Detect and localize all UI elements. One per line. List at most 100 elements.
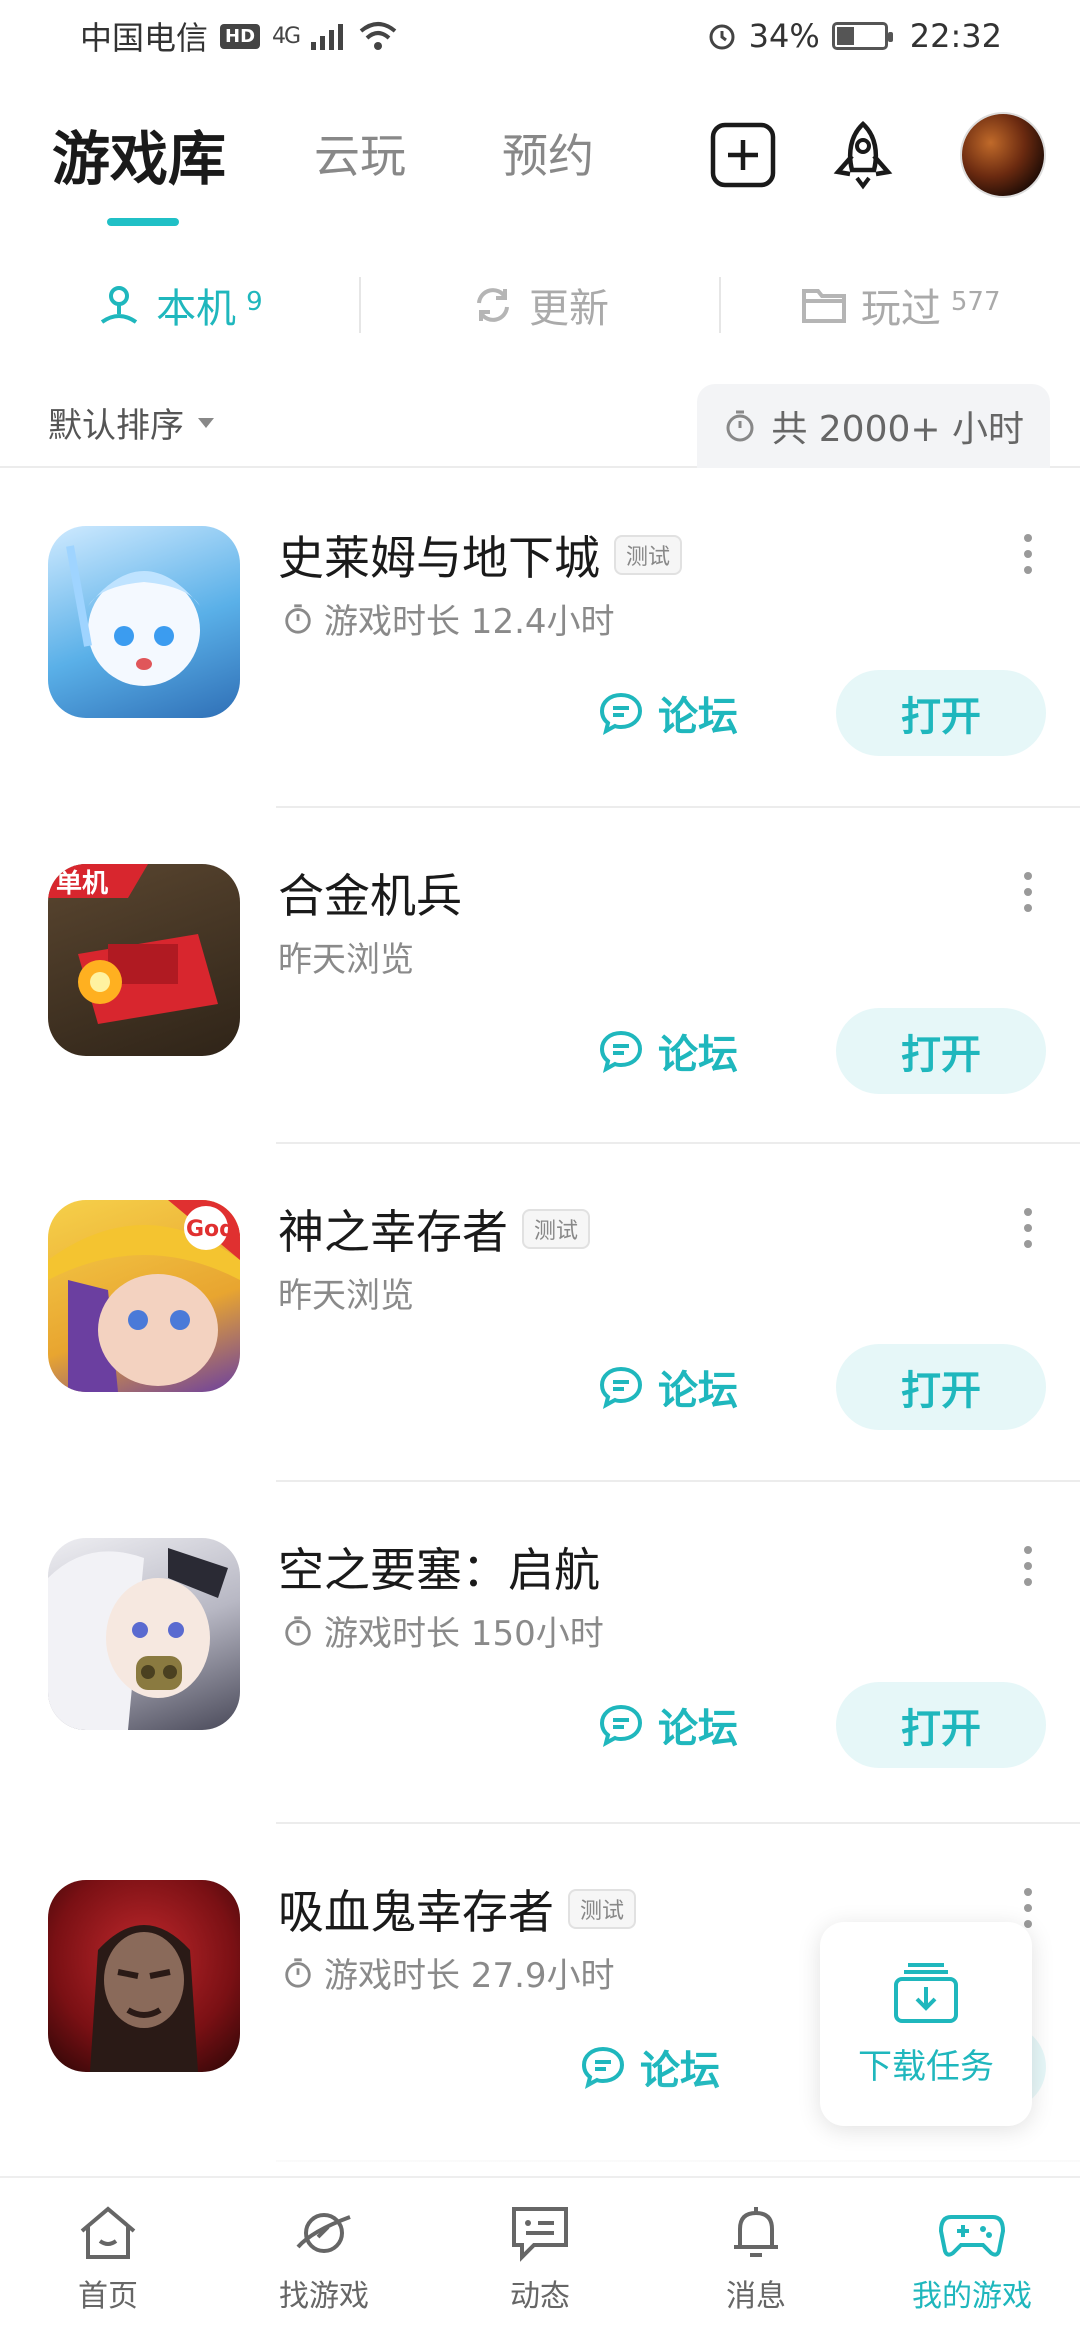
gamepad-icon <box>938 2215 1006 2257</box>
game-name: 神之幸存者 <box>278 1205 508 1259</box>
game-icon[interactable] <box>48 526 240 718</box>
forum-button[interactable]: 论坛 <box>598 1696 738 1754</box>
active-tab-indicator <box>107 218 179 226</box>
more-options-icon[interactable] <box>1024 1888 1032 1928</box>
forum-label: 论坛 <box>640 2048 720 2094</box>
timer-icon <box>285 1957 311 1988</box>
game-icon[interactable]: God! <box>48 1200 240 1392</box>
game-subtitle: 游戏时长 12.4小时 <box>282 594 615 643</box>
total-playtime: 共 2000+ 小时 <box>697 384 1050 468</box>
tab-game-library[interactable]: 游戏库 <box>52 112 226 196</box>
battery-icon <box>831 22 893 50</box>
nav-label: 消息 <box>726 2279 786 2314</box>
forum-label: 论坛 <box>658 694 738 740</box>
game-title: 史莱姆与地下城 测试 <box>278 522 683 588</box>
game-title: 合金机兵 <box>278 860 462 926</box>
icon-lettering: God! <box>186 1217 240 1242</box>
beta-badge: 测试 <box>568 1889 637 1929</box>
subtab-local-count: 9 <box>246 287 263 317</box>
status-right: 34% 22:32 <box>707 17 1002 55</box>
tab-reservation[interactable]: 预约 <box>502 120 594 186</box>
total-playtime-text: 共 2000+ 小时 <box>771 409 1024 450</box>
top-header: 游戏库 云玩 预约 <box>0 100 1080 230</box>
bell-icon <box>734 2207 778 2257</box>
add-icon[interactable] <box>708 120 778 190</box>
subtab-local[interactable]: 本机 9 <box>0 276 359 334</box>
list-item[interactable]: 史莱姆与地下城 测试 游戏时长 12.4小时 论坛 打开 <box>0 470 1080 808</box>
subtab-played[interactable]: 玩过 577 <box>721 276 1080 334</box>
wifi-icon <box>359 22 397 50</box>
forum-icon <box>599 1030 643 1073</box>
rocket-icon[interactable] <box>828 120 898 190</box>
list-item[interactable]: 空之要塞：启航 游戏时长 150小时 论坛 打开 <box>0 1482 1080 1824</box>
clock-time: 22:32 <box>909 17 1002 55</box>
forum-button[interactable]: 论坛 <box>598 1358 738 1416</box>
forum-label: 论坛 <box>658 1368 738 1414</box>
sort-dropdown[interactable]: 默认排序 <box>48 398 214 447</box>
game-subtitle: 游戏时长 27.9小时 <box>282 1948 615 1997</box>
nav-label: 找游戏 <box>279 2279 369 2314</box>
divider <box>276 2160 1080 2162</box>
forum-label: 论坛 <box>658 1706 738 1752</box>
nav-label: 我的游戏 <box>912 2279 1032 2314</box>
beta-badge: 测试 <box>522 1209 591 1249</box>
open-button[interactable]: 打开 <box>836 1008 1046 1094</box>
subtab-played-count: 577 <box>950 287 1001 317</box>
status-bar: 中国电信 HD 4G 34% 22:32 <box>0 0 1080 72</box>
nav-find-games[interactable]: 找游戏 <box>216 2178 432 2340</box>
list-item[interactable]: God! 神之幸存者 测试 昨天浏览 论坛 打开 <box>0 1144 1080 1482</box>
chat-card-icon <box>512 2207 568 2262</box>
forum-icon <box>599 692 643 735</box>
icon-lettering: 单机 <box>56 869 108 899</box>
game-subtitle: 昨天浏览 <box>278 932 414 981</box>
nav-label: 动态 <box>510 2279 570 2314</box>
subtab-local-label: 本机 <box>156 286 237 332</box>
forum-button[interactable]: 论坛 <box>598 1022 738 1080</box>
local-device-icon <box>100 286 138 324</box>
game-name: 空之要塞：启航 <box>278 1543 600 1597</box>
game-icon[interactable]: 单机 <box>48 864 240 1056</box>
playtime-text: 游戏时长 12.4小时 <box>324 602 615 642</box>
forum-icon <box>599 1704 643 1747</box>
game-title: 吸血鬼幸存者 测试 <box>278 1876 637 1942</box>
open-button[interactable]: 打开 <box>836 1682 1046 1768</box>
timer-icon <box>726 410 754 442</box>
user-avatar[interactable] <box>960 112 1046 198</box>
game-icon[interactable] <box>48 1880 240 2072</box>
more-options-icon[interactable] <box>1024 1208 1032 1248</box>
open-button[interactable]: 打开 <box>836 1344 1046 1430</box>
game-title: 神之幸存者 测试 <box>278 1196 591 1262</box>
nav-my-games[interactable]: 我的游戏 <box>864 2178 1080 2340</box>
game-subtitle: 昨天浏览 <box>278 1268 414 1317</box>
timer-icon <box>285 1615 311 1646</box>
subtab-played-label: 玩过 <box>860 286 941 332</box>
more-options-icon[interactable] <box>1024 534 1032 574</box>
alarm-icon <box>709 24 735 50</box>
nav-home[interactable]: 首页 <box>0 2178 216 2340</box>
caret-down-icon <box>198 417 214 428</box>
subtab-update-label: 更新 <box>529 286 609 332</box>
tab-cloud-play[interactable]: 云玩 <box>314 120 406 186</box>
subtab-update[interactable]: 更新 <box>361 276 720 334</box>
playtime-text: 游戏时长 27.9小时 <box>324 1956 615 1996</box>
forum-button[interactable]: 论坛 <box>580 2038 720 2096</box>
open-button[interactable]: 打开 <box>836 670 1046 756</box>
game-title: 空之要塞：启航 <box>278 1534 600 1600</box>
forum-label: 论坛 <box>658 1032 738 1078</box>
browse-text: 昨天浏览 <box>278 1276 414 1316</box>
refresh-icon <box>477 288 509 322</box>
signal-icon <box>311 24 344 50</box>
more-options-icon[interactable] <box>1024 1546 1032 1586</box>
nav-messages[interactable]: 消息 <box>648 2178 864 2340</box>
bottom-nav: 首页 找游戏 动态 消息 我的游戏 <box>0 2176 1080 2340</box>
game-icon[interactable] <box>48 1538 240 1730</box>
forum-icon <box>581 2046 625 2089</box>
download-tasks-button[interactable]: 下载任务 <box>820 1922 1032 2126</box>
list-item[interactable]: 单机 合金机兵 昨天浏览 论坛 打开 <box>0 808 1080 1144</box>
playtime-text: 游戏时长 150小时 <box>324 1614 604 1654</box>
forum-button[interactable]: 论坛 <box>598 684 738 742</box>
nav-feed[interactable]: 动态 <box>432 2178 648 2340</box>
forum-icon <box>599 1366 643 1409</box>
download-tasks-label: 下载任务 <box>858 2046 994 2087</box>
more-options-icon[interactable] <box>1024 872 1032 912</box>
